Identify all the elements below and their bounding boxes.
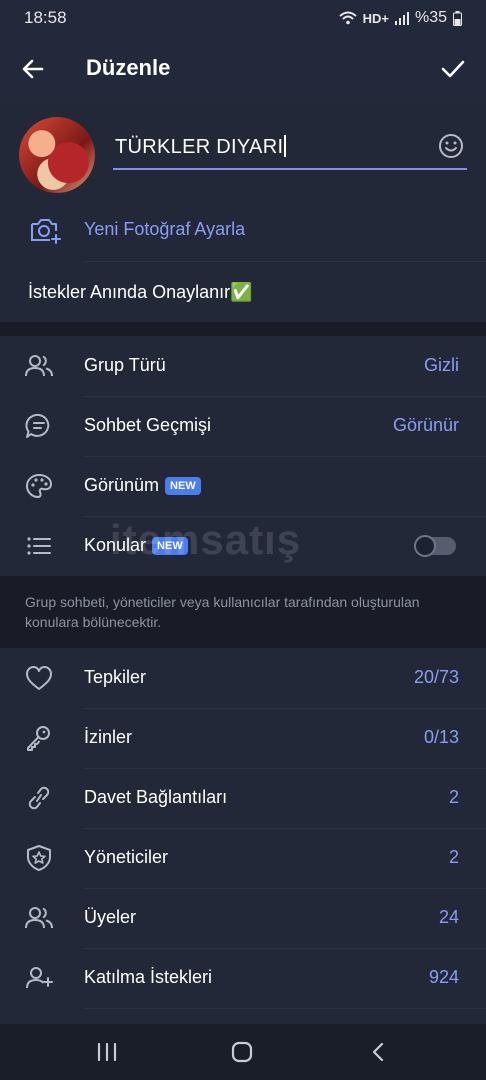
new-photo-button[interactable]: Yeni Fotoğraf Ayarla	[0, 200, 486, 260]
settings-row-appearance[interactable]: Görünüm NEW	[0, 456, 486, 516]
divider	[84, 1008, 486, 1009]
manage-section: Tepkiler 20/73 İzinler 0/13 Davet Bağlan…	[0, 648, 486, 1024]
manage-value: 2	[448, 847, 459, 867]
status-bar: 18:58 HD+ %35	[0, 0, 486, 36]
group-name-input[interactable]: TÜRKLER DIYARI	[113, 130, 467, 170]
key-icon	[24, 724, 54, 752]
emoji-icon[interactable]	[437, 132, 465, 160]
user-plus-icon	[24, 964, 54, 992]
group-avatar[interactable]	[19, 117, 95, 193]
group-name-text: TÜRKLER DIYARI	[115, 136, 284, 158]
manage-value: 924	[428, 967, 459, 987]
network-label: HD+	[362, 10, 389, 26]
settings-label: Grup Türü	[84, 355, 166, 375]
manage-label: Yöneticiler	[84, 847, 169, 867]
page-title: Düzenle	[86, 55, 171, 80]
topics-info-text: Grup sohbeti, yöneticiler veya kullanıcı…	[25, 594, 420, 630]
topics-info: Grup sohbeti, yöneticiler veya kullanıcı…	[0, 576, 486, 648]
camera-plus-icon	[28, 215, 62, 245]
arrow-left-icon[interactable]	[18, 54, 48, 84]
manage-row-invite-links[interactable]: Davet Bağlantıları 2	[0, 768, 486, 828]
settings-row-group-type[interactable]: Grup Türü Gizli	[0, 336, 486, 396]
app-bar: Düzenle	[0, 36, 486, 102]
shield-star-icon	[24, 844, 54, 872]
manage-row-reactions[interactable]: Tepkiler 20/73	[0, 648, 486, 708]
divider	[84, 261, 486, 262]
manage-label: İzinler	[84, 727, 133, 747]
battery-text: %35	[414, 9, 447, 26]
manage-value: 0/13	[423, 727, 459, 747]
chat-bubble-icon	[24, 412, 54, 440]
manage-row-join-requests[interactable]: Katılma İstekleri 924	[0, 948, 486, 1008]
palette-icon	[24, 472, 54, 500]
settings-row-chat-history[interactable]: Sohbet Geçmişi Görünür	[0, 396, 486, 456]
check-icon[interactable]	[438, 54, 468, 84]
section-gap	[0, 322, 486, 336]
system-nav-bar	[0, 1024, 486, 1080]
heart-icon	[24, 664, 54, 692]
manage-value: 24	[438, 907, 459, 927]
text-caret	[284, 135, 287, 157]
back-nav-icon[interactable]	[366, 1040, 392, 1064]
group-description[interactable]: İstekler Anında Onaylanır✅	[28, 282, 253, 303]
manage-value: 20/73	[413, 667, 459, 687]
new-badge: NEW	[165, 476, 201, 495]
manage-label: Davet Bağlantıları	[84, 787, 228, 807]
settings-value: Görünür	[392, 415, 459, 435]
battery-icon	[453, 10, 462, 26]
manage-label: Üyeler	[84, 907, 137, 927]
manage-label: Katılma İstekleri	[84, 967, 213, 987]
list-icon	[24, 532, 54, 560]
users-icon	[24, 352, 54, 380]
watermark: itemsatış	[110, 516, 302, 563]
manage-row-permissions[interactable]: İzinler 0/13	[0, 708, 486, 768]
settings-label: Görünüm	[84, 475, 160, 495]
manage-row-members[interactable]: Üyeler 24	[0, 888, 486, 948]
toggle-knob	[414, 535, 436, 557]
recent-apps-icon[interactable]	[94, 1040, 120, 1064]
status-icons: HD+ %35	[338, 9, 462, 27]
settings-label-wrap: Görünüm NEW	[84, 475, 201, 496]
signal-icon	[394, 11, 409, 25]
manage-row-admins[interactable]: Yöneticiler 2	[0, 828, 486, 888]
settings-label: Sohbet Geçmişi	[84, 415, 212, 435]
status-time: 18:58	[24, 8, 67, 27]
manage-value: 2	[448, 787, 459, 807]
settings-value: Gizli	[424, 355, 459, 375]
link-icon	[24, 784, 54, 812]
new-photo-label: Yeni Fotoğraf Ayarla	[84, 219, 246, 239]
topics-toggle[interactable]	[414, 535, 456, 557]
wifi-icon	[338, 11, 357, 25]
home-icon[interactable]	[229, 1040, 255, 1064]
manage-label: Tepkiler	[84, 667, 147, 687]
users-icon	[24, 904, 54, 932]
